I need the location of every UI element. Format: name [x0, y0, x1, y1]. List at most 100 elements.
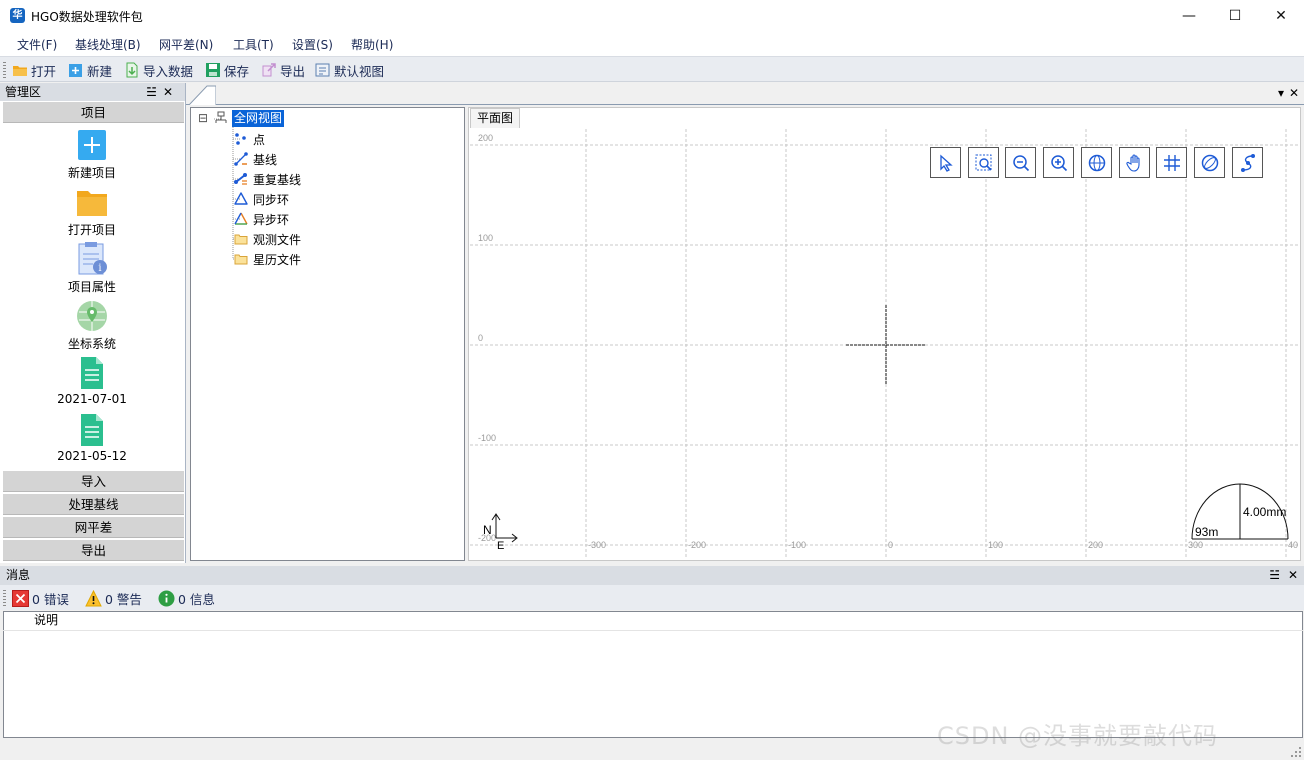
grid-toggle-button[interactable] [1156, 147, 1187, 178]
menu-settings[interactable]: 设置(S) [292, 36, 333, 53]
tree-item-label: 同步环 [253, 192, 290, 207]
tree-item-ephemeris-files[interactable]: 星历文件 [234, 250, 301, 268]
tree-item-points[interactable]: 点 [234, 130, 265, 148]
import-data-button[interactable]: 导入数据 [124, 60, 193, 80]
pan-button[interactable] [1119, 147, 1150, 178]
toolbar-grip[interactable] [3, 62, 6, 78]
sync-loop-icon [234, 192, 248, 205]
tab-plan-view[interactable]: 平面图 [470, 108, 520, 128]
x-tick-label: 300 [1188, 540, 1203, 550]
close-icon[interactable]: ✕ [163, 85, 179, 99]
network-view-icon [215, 111, 227, 123]
section-export[interactable]: 导出 [3, 540, 184, 561]
plan-view-canvas[interactable]: 200 100 0 -100 -200 -300 -200 -100 0 100… [470, 129, 1300, 559]
folder-icon [234, 234, 248, 245]
section-network-adjustment[interactable]: 网平差 [3, 517, 184, 538]
document-icon [81, 414, 103, 446]
zoom-in-icon [1050, 154, 1067, 171]
menu-baseline[interactable]: 基线处理(B) [75, 36, 141, 53]
toolbar: 打开 新建 导入数据 保存 导出 默认视图 [0, 56, 1304, 82]
coordinate-system-label: 坐标系统 [67, 337, 116, 351]
section-import[interactable]: 导入 [3, 471, 184, 492]
session-item-20210512[interactable]: 2021-05-12 [40, 413, 144, 463]
globe-icon [1088, 154, 1105, 171]
menu-network-adjustment[interactable]: 网平差(N) [159, 36, 213, 53]
route-tool-button[interactable] [1232, 147, 1263, 178]
new-icon [69, 64, 82, 77]
toolbar-grip[interactable] [3, 590, 6, 606]
session-item-20210701[interactable]: 2021-07-01 [40, 356, 144, 406]
watermark: CSDN @没事就要敲代码 [937, 722, 1219, 750]
zoom-out-icon [1012, 154, 1029, 171]
no-display-icon [1201, 154, 1218, 171]
close-icon[interactable]: ✕ [1288, 566, 1298, 585]
menu-file[interactable]: 文件(F) [17, 36, 57, 53]
x-tick-label: -200 [688, 540, 706, 550]
select-tool-button[interactable] [930, 147, 961, 178]
y-tick-label: -100 [478, 433, 496, 443]
tree-item-label: 点 [253, 132, 266, 147]
open-button[interactable]: 打开 [12, 60, 56, 80]
session-label-20210701: 2021-07-01 [57, 392, 127, 406]
project-properties-item[interactable]: i 项目属性 [40, 242, 144, 295]
tree-item-sync-loops[interactable]: 同步环 [234, 190, 289, 208]
tree-item-baselines[interactable]: 基线 [234, 150, 277, 168]
document-close-icon[interactable]: ✕ [1289, 86, 1299, 100]
maximize-button[interactable]: ☐ [1212, 0, 1258, 32]
default-view-button[interactable]: 默认视图 [315, 60, 384, 80]
warnings-filter-button[interactable]: 0 警告 [85, 588, 142, 608]
hide-display-button[interactable] [1194, 147, 1225, 178]
error-icon [12, 589, 29, 607]
management-panel-title: 管理区 [5, 85, 42, 99]
new-button[interactable]: 新建 [68, 60, 112, 80]
save-button[interactable]: 保存 [205, 60, 249, 80]
zoom-out-button[interactable] [1005, 147, 1036, 178]
north-arrow-icon: N E [483, 513, 518, 552]
new-project-item[interactable]: 新建项目 [40, 128, 144, 181]
close-button[interactable]: ✕ [1258, 0, 1304, 32]
save-label: 保存 [224, 63, 250, 79]
tree-item-observation-files[interactable]: 观测文件 [234, 230, 301, 248]
pin-icon[interactable]: ☱ [1269, 566, 1280, 585]
resize-grip-icon[interactable] [1291, 747, 1301, 757]
async-loop-icon [234, 212, 248, 225]
export-button[interactable]: 导出 [261, 60, 305, 80]
tree-collapse-icon[interactable]: ⊟ [198, 111, 208, 125]
section-project[interactable]: 项目 [3, 102, 184, 123]
select-arrow-icon [939, 154, 953, 172]
tree-item-repeat-baselines[interactable]: 重复基线 [234, 170, 301, 188]
errors-filter-button[interactable]: 0 错误 [12, 588, 69, 608]
menu-help[interactable]: 帮助(H) [351, 36, 393, 53]
x-tick-label: 0 [888, 540, 893, 550]
warning-icon [85, 589, 102, 606]
export-label: 导出 [280, 63, 306, 79]
open-project-item[interactable]: 打开项目 [40, 185, 144, 238]
pin-icon[interactable]: ☱ [146, 85, 163, 99]
full-extent-button[interactable] [1081, 147, 1112, 178]
map-grid [470, 129, 1300, 559]
document-tab[interactable] [189, 85, 216, 105]
tree-root[interactable]: 全网视图 [232, 110, 285, 127]
project-properties-icon: i [78, 242, 107, 275]
management-panel-header: 管理区 ☱✕ [0, 83, 185, 101]
section-process-baseline[interactable]: 处理基线 [3, 494, 184, 515]
info-filter-button[interactable]: 0 信息 [158, 588, 215, 608]
east-label: E [497, 540, 504, 552]
coordinate-system-item[interactable]: 坐标系统 [40, 299, 144, 352]
tree-item-async-loops[interactable]: 异步环 [234, 210, 289, 228]
svg-text:i: i [98, 263, 101, 274]
import-data-label: 导入数据 [143, 63, 194, 79]
repeat-baseline-icon [234, 173, 247, 185]
menu-tools[interactable]: 工具(T) [233, 36, 274, 53]
info-icon [158, 590, 175, 606]
center-crosshair [846, 305, 926, 385]
column-header-description[interactable]: 说明 [3, 611, 1303, 631]
zoom-box-button[interactable] [968, 147, 999, 178]
route-icon [1240, 153, 1255, 172]
dropdown-icon[interactable]: ▾ [1278, 86, 1284, 100]
minimize-button[interactable]: — [1166, 0, 1212, 32]
tree-item-label: 观测文件 [253, 232, 302, 247]
zoom-in-button[interactable] [1043, 147, 1074, 178]
x-tick-label: 200 [1088, 540, 1103, 550]
import-data-icon [126, 62, 138, 78]
